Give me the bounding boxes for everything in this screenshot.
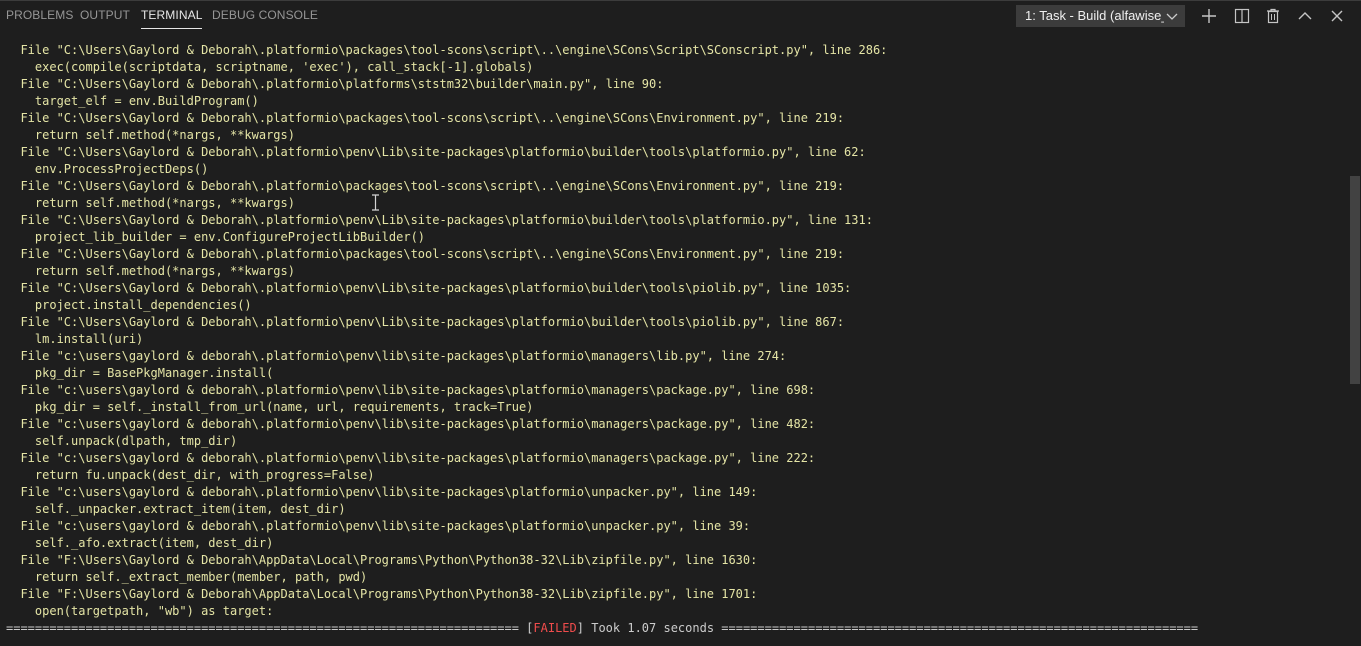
traceback-code-line: return self.method(*nargs, **kwargs) [6,128,295,142]
traceback-file-line: File "F:\Users\Gaylord & Deborah\AppData… [6,587,758,601]
traceback-file-line: File "c:\users\gaylord & deborah\.platfo… [6,417,816,431]
traceback-file-line: File "C:\Users\Gaylord & Deborah\.platfo… [6,247,845,261]
panel-header: PROBLEMS OUTPUT TERMINAL DEBUG CONSOLE 1… [0,1,1361,31]
traceback-code-line: return self._extract_member(member, path… [6,570,368,584]
plus-icon [1199,6,1219,26]
traceback-code-line: self._unpacker.extract_item(item, dest_d… [6,502,346,516]
traceback-code-line: return self.method(*nargs, **kwargs) [6,196,295,210]
terminal-select[interactable]: 1: Task - Build (alfawise_ [1016,5,1185,27]
traceback-code-line: self._afo.extract(item, dest_dir) [6,536,274,550]
summary-right-rule: ========================================… [721,621,1199,635]
summary-bracket-close: ] [576,621,584,635]
terminal-scrollbar[interactable] [1347,31,1361,646]
maximize-panel-button[interactable] [1295,6,1315,26]
scrollbar-thumb[interactable] [1350,176,1360,384]
build-summary-line: ========================================… [6,620,1346,637]
new-terminal-button[interactable] [1199,6,1219,26]
traceback-file-line: File "C:\Users\Gaylord & Deborah\.platfo… [6,111,845,125]
traceback-code-line: lm.install(uri) [6,332,144,346]
traceback-code-line: open(targetpath, "wb") as target: [6,604,274,618]
terminal-output[interactable]: File "C:\Users\Gaylord & Deborah\.platfo… [6,42,1346,637]
chevron-up-icon [1295,6,1315,26]
terminal-select-value: 1: Task - Build (alfawise_ [1025,8,1169,23]
traceback-code-line: target_elf = env.BuildProgram() [6,94,259,108]
traceback-file-line: File "c:\users\gaylord & deborah\.platfo… [6,485,758,499]
tab-terminal[interactable]: TERMINAL [141,1,203,31]
traceback-code-line: env.ProcessProjectDeps() [6,162,209,176]
traceback-code-line: project_lib_builder = env.ConfigureProje… [6,230,426,244]
split-icon [1232,6,1252,26]
traceback-file-line: File "C:\Users\Gaylord & Deborah\.platfo… [6,315,845,329]
traceback-code-line: pkg_dir = self._install_from_url(name, u… [6,400,534,414]
traceback-code-line: return self.method(*nargs, **kwargs) [6,264,295,278]
traceback-file-line: File "F:\Users\Gaylord & Deborah\AppData… [6,553,758,567]
traceback-code-line: exec(compile(scriptdata, scriptname, 'ex… [6,60,534,74]
summary-left-rule: ========================================… [6,621,527,635]
traceback-file-line: File "C:\Users\Gaylord & Deborah\.platfo… [6,281,852,295]
failed-status: FAILED [533,621,577,635]
tab-problems[interactable]: PROBLEMS [6,1,74,31]
traceback-file-line: File "C:\Users\Gaylord & Deborah\.platfo… [6,145,866,159]
tab-debug-console[interactable]: DEBUG CONSOLE [212,1,318,31]
split-terminal-button[interactable] [1232,6,1252,26]
terminal-panel: PROBLEMS OUTPUT TERMINAL DEBUG CONSOLE 1… [0,0,1361,646]
traceback-code-line: return fu.unpack(dest_dir, with_progress… [6,468,375,482]
traceback-file-line: File "c:\users\gaylord & deborah\.platfo… [6,383,816,397]
tab-output[interactable]: OUTPUT [80,1,130,31]
traceback-code-line: self.unpack(dlpath, tmp_dir) [6,434,238,448]
traceback-file-line: File "c:\users\gaylord & deborah\.platfo… [6,451,816,465]
close-panel-button[interactable] [1327,6,1347,26]
traceback-file-line: File "C:\Users\Gaylord & Deborah\.platfo… [6,179,845,193]
traceback-file-line: File "c:\users\gaylord & deborah\.platfo… [6,349,787,363]
close-icon [1327,6,1347,26]
kill-terminal-button[interactable] [1263,6,1283,26]
traceback-file-line: File "C:\Users\Gaylord & Deborah\.platfo… [6,77,664,91]
traceback-file-line: File "C:\Users\Gaylord & Deborah\.platfo… [6,43,888,57]
traceback-code-line: pkg_dir = BasePkgManager.install( [6,366,274,380]
traceback-code-line: project.install_dependencies() [6,298,252,312]
traceback-file-line: File "c:\users\gaylord & deborah\.platfo… [6,519,751,533]
trash-icon [1263,6,1283,26]
traceback-file-line: File "C:\Users\Gaylord & Deborah\.platfo… [6,213,873,227]
summary-duration: Took 1.07 seconds [584,621,722,635]
chevron-down-icon [1164,7,1180,25]
text-cursor-icon [371,194,380,211]
